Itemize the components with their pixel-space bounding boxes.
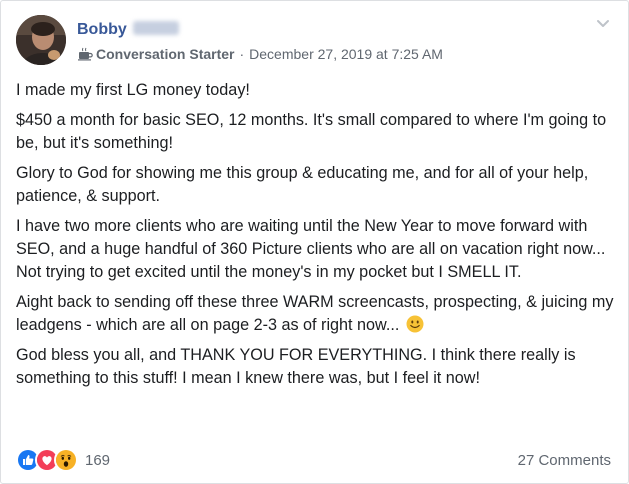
badge-label[interactable]: Conversation Starter <box>96 46 234 62</box>
author-name-row: Bobby <box>77 21 179 39</box>
post-footer: 169 27 Comments <box>16 447 611 473</box>
post-timestamp[interactable]: December 27, 2019 at 7:25 AM <box>249 46 443 62</box>
reaction-count[interactable]: 169 <box>85 452 110 469</box>
post-meta: Conversation Starter · December 27, 2019… <box>78 46 443 62</box>
author-name-link[interactable]: Bobby <box>77 21 127 38</box>
post-card: Bobby Conversation Starter · December 27… <box>0 0 629 484</box>
wow-icon <box>54 448 78 472</box>
comments-count-link[interactable]: 27 Comments <box>518 452 611 469</box>
post-body: I made my first LG money today! $450 a m… <box>16 79 616 397</box>
post-paragraph-text: Aight back to sending off these three WA… <box>16 293 614 334</box>
post-paragraph: God bless you all, and THANK YOU FOR EVE… <box>16 346 576 387</box>
post-paragraph: $450 a month for basic SEO, 12 months. I… <box>16 111 607 152</box>
redacted-surname <box>132 21 179 35</box>
chevron-down-icon[interactable] <box>596 19 610 29</box>
profile-photo-icon <box>16 15 66 65</box>
post-paragraph-with-emoji: Aight back to sending off these three WA… <box>16 291 616 337</box>
post-paragraph: I have two more clients who are waiting … <box>16 217 606 281</box>
avatar[interactable] <box>16 15 66 65</box>
coffee-cup-icon <box>78 47 93 61</box>
meta-separator: · <box>239 46 245 62</box>
post-paragraph: I made my first LG money today! <box>16 81 250 99</box>
smiling-face-icon <box>406 315 424 333</box>
post-paragraph: Glory to God for showing me this group &… <box>16 164 589 205</box>
reactions-summary[interactable]: 169 <box>16 448 110 472</box>
